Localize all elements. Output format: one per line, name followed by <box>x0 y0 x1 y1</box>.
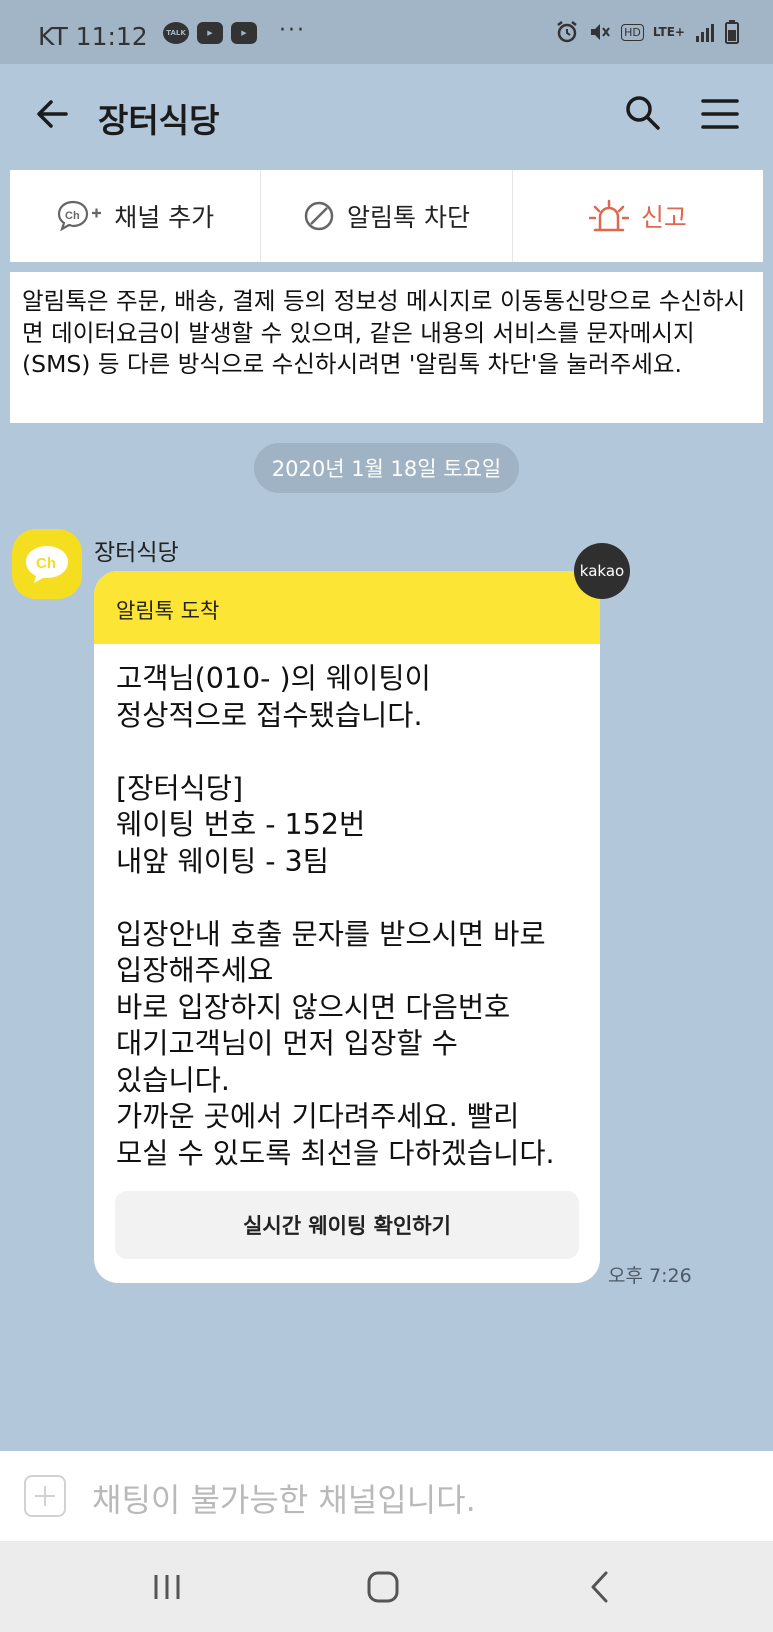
hamburger-menu-icon <box>701 99 739 129</box>
lte-icon: LTE+ <box>652 25 685 39</box>
youtube-icon: ▶ <box>231 22 257 44</box>
notification-icons: TALK ▶ ▶ ··· <box>163 18 306 44</box>
sender-name: 장터식당 <box>94 540 179 566</box>
block-alimtalk-button[interactable]: 알림톡 차단 <box>261 170 513 262</box>
alarm-icon <box>557 21 577 43</box>
channel-logo-icon: Ch <box>26 546 68 583</box>
menu-button[interactable] <box>700 96 740 132</box>
chat-disabled-text: 채팅이 불가능한 채널입니다. <box>92 1481 476 1519</box>
siren-icon <box>588 199 629 232</box>
youtube-icon: ▶ <box>197 22 223 44</box>
status-bar: KT 11:12 TALK ▶ ▶ ··· HD LTE+ <box>0 0 773 64</box>
svg-text:Ch: Ch <box>65 210 80 222</box>
block-icon <box>304 201 334 231</box>
chevron-left-icon <box>591 1571 608 1603</box>
recent-apps-icon <box>154 1575 180 1599</box>
message-bubble: 알림톡 도착 고객님(010- )의 웨이팅이 정상적으로 접수됐습니다. [장… <box>94 571 600 1283</box>
recent-apps-button[interactable] <box>147 1569 187 1605</box>
home-icon <box>367 1571 399 1603</box>
check-waiting-button[interactable]: 실시간 웨이팅 확인하기 <box>115 1191 579 1259</box>
system-nav-bar <box>0 1541 773 1632</box>
report-label: 신고 <box>640 203 687 232</box>
add-channel-button[interactable]: Ch 채널 추가 <box>10 170 262 262</box>
message-header: 알림톡 도착 <box>94 571 600 644</box>
carrier-time: KT 11:12 <box>38 22 148 51</box>
chat-header: 장터식당 <box>0 64 773 168</box>
channel-title: 장터식당 <box>98 101 220 140</box>
more-notifications-icon: ··· <box>279 17 306 43</box>
mute-icon <box>591 24 610 40</box>
alimtalk-notice: 알림톡은 주문, 배송, 결제 등의 정보성 메시지로 이동통신망으로 수신하시… <box>10 272 763 423</box>
search-icon <box>626 96 660 130</box>
report-button[interactable]: 신고 <box>513 170 763 262</box>
signal-icon <box>696 24 714 42</box>
back-nav-button[interactable] <box>580 1569 620 1605</box>
svg-text:Ch: Ch <box>36 555 56 572</box>
arrow-left-icon <box>37 100 68 128</box>
chat-input-bar: 채팅이 불가능한 채널입니다. <box>0 1451 773 1541</box>
battery-icon <box>725 20 739 44</box>
channel-avatar[interactable]: Ch <box>12 529 82 599</box>
block-alimtalk-label: 알림톡 차단 <box>347 203 470 232</box>
add-channel-icon: Ch <box>58 200 102 232</box>
date-divider: 2020년 1월 18일 토요일 <box>254 443 519 493</box>
message-time: 오후 7:26 <box>608 1265 692 1287</box>
channel-actions: Ch 채널 추가 알림톡 차단 신고 <box>10 170 763 262</box>
message-body: 고객님(010- )의 웨이팅이 정상적으로 접수됐습니다. [장터식당] 웨이… <box>116 662 555 1170</box>
kakao-badge: kakao <box>574 543 630 599</box>
add-channel-label: 채널 추가 <box>114 203 215 232</box>
home-button[interactable] <box>363 1569 403 1605</box>
attach-plus-icon <box>24 1475 66 1517</box>
back-button[interactable] <box>32 94 72 134</box>
talk-icon: TALK <box>163 22 189 44</box>
system-icons: HD LTE+ <box>555 20 739 44</box>
search-button[interactable] <box>622 92 664 134</box>
hd-icon: HD <box>621 23 644 41</box>
